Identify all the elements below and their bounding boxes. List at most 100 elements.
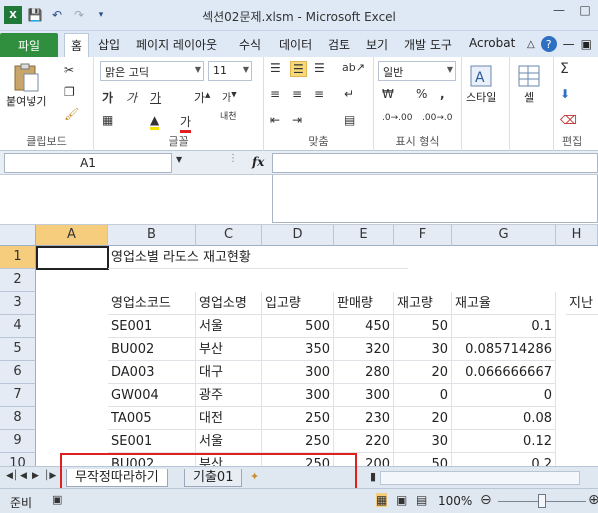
row-header-10[interactable]: 10 [0,453,36,466]
cell-stock-rate[interactable]: 0.066666667 [452,361,556,384]
tab-acrobat[interactable]: Acrobat [469,36,515,50]
number-format-combo[interactable]: 일반 ▼ [378,61,456,81]
cell-stock-rate[interactable]: 0.085714286 [452,338,556,361]
tab-data[interactable]: 데이터 [279,36,312,53]
border-icon[interactable]: ▦ [102,113,113,127]
column-header-e[interactable]: E [334,225,394,246]
grow-font-button[interactable]: 가▲ [194,89,210,106]
align-center-icon[interactable]: ≡ [292,87,302,101]
cell-code[interactable]: SE001 [108,430,196,453]
styles-button[interactable]: A 스타일 [466,63,496,105]
cell-code[interactable]: DA003 [108,361,196,384]
cell-name[interactable]: 서울 [196,315,262,338]
window-restore-icon[interactable]: ▣ [581,37,592,51]
formula-input-expanded[interactable] [272,175,598,223]
cell-name[interactable]: 대전 [196,407,262,430]
paste-button[interactable]: 붙여넣기 [6,63,46,109]
restore-icon[interactable]: □ [572,0,598,20]
bold-button[interactable]: 가 [102,89,113,106]
currency-icon[interactable]: ₩ [382,87,394,101]
cell-a1[interactable] [36,246,109,270]
cell-sales[interactable]: 230 [334,407,394,430]
cell-code[interactable]: SE001 [108,315,196,338]
tab-insert[interactable]: 삽입 [98,36,120,53]
name-box-dropdown-icon[interactable]: ▼ [176,155,182,164]
window-minimize-icon[interactable]: — [563,37,575,51]
header-cell-name[interactable]: 영업소명 [196,292,262,315]
tab-split-icon[interactable]: ▮ [370,470,376,483]
tab-formulas[interactable]: 수식 [239,36,261,53]
cell-name[interactable]: 서울 [196,430,262,453]
row-header-8[interactable]: 8 [0,407,36,430]
cell-sales[interactable]: 300 [334,384,394,407]
clear-icon[interactable]: ⌫ [560,113,577,127]
cell-incoming[interactable]: 300 [262,361,334,384]
tab-page-layout[interactable]: 페이지 레이아웃 [136,36,217,53]
align-top-icon[interactable]: ☰ [270,61,281,75]
cell-stock-rate[interactable]: 0.2 [452,453,556,466]
cells-button[interactable]: 셀 [516,63,542,105]
insert-function-icon[interactable]: fx [252,155,264,169]
zoom-in-icon[interactable]: ⊕ [588,492,598,508]
select-all-corner[interactable] [0,225,36,246]
row-header-1[interactable]: 1 [0,246,36,269]
cell-name[interactable]: 부산 [196,338,262,361]
cell-name[interactable]: 광주 [196,384,262,407]
minimize-icon[interactable]: — [546,0,572,20]
autosum-icon[interactable]: Σ [560,61,569,77]
column-header-f[interactable]: F [394,225,452,246]
header-cell-code[interactable]: 영업소코드 [108,292,196,315]
cell-code[interactable]: GW004 [108,384,196,407]
row-header-6[interactable]: 6 [0,361,36,384]
cell-sales[interactable]: 220 [334,430,394,453]
increase-indent-icon[interactable]: ⇥ [292,113,302,127]
phonetic-icon[interactable]: 내천 [220,109,237,122]
header-cell-stock-rate[interactable]: 재고율 [452,292,556,315]
decrease-decimal-icon[interactable]: .00→.0 [422,113,452,123]
decrease-indent-icon[interactable]: ⇤ [270,113,280,127]
cell-stock[interactable]: 30 [394,430,452,453]
cell-code[interactable]: TA005 [108,407,196,430]
row-header-5[interactable]: 5 [0,338,36,361]
font-name-combo[interactable]: 맑은 고딕 ▼ [100,61,204,81]
cell-stock[interactable]: 20 [394,361,452,384]
cell-stock-rate[interactable]: 0.1 [452,315,556,338]
tab-home[interactable]: 홈 [64,33,90,57]
row-header-9[interactable]: 9 [0,430,36,453]
orientation-icon[interactable]: ab↗ [342,61,365,74]
tab-file[interactable]: 파일 [0,33,58,57]
column-header-b[interactable]: B [108,225,196,246]
percent-icon[interactable]: % [416,87,427,101]
formula-input[interactable] [272,153,598,173]
tab-review[interactable]: 검토 [328,36,350,53]
cell-sales[interactable]: 320 [334,338,394,361]
horizontal-scrollbar[interactable] [380,471,580,485]
header-cell-sales[interactable]: 판매량 [334,292,394,315]
zoom-out-icon[interactable]: ⊖ [480,492,492,508]
cell-stock-rate[interactable]: 0.08 [452,407,556,430]
cell-stock[interactable]: 0 [394,384,452,407]
align-middle-icon[interactable]: ☰ [290,61,307,77]
cell-stock-rate[interactable]: 0 [452,384,556,407]
row-header-3[interactable]: 3 [0,292,36,315]
row-header-4[interactable]: 4 [0,315,36,338]
last-sheet-icon[interactable]: │▶ [44,471,56,481]
tab-developer[interactable]: 개발 도구 [404,36,452,53]
minimize-ribbon-icon[interactable]: △ [527,39,535,50]
normal-view-icon[interactable]: ▦ [376,493,388,507]
help-icon[interactable]: ? [540,36,557,52]
column-header-c[interactable]: C [196,225,262,246]
prev-sheet-icon[interactable]: ◀ [20,471,27,481]
underline-button[interactable]: 가 [150,89,161,106]
copy-icon[interactable]: ❐ [64,85,75,99]
cell-incoming[interactable]: 250 [262,430,334,453]
row-header-2[interactable]: 2 [0,269,36,292]
tab-view[interactable]: 보기 [366,36,388,53]
increase-decimal-icon[interactable]: .0→.00 [382,113,412,123]
row-header-7[interactable]: 7 [0,384,36,407]
align-right-icon[interactable]: ≡ [314,87,324,101]
name-box[interactable]: A1 [4,153,172,173]
column-header-a[interactable]: A [36,225,108,246]
fill-icon[interactable]: ⬇ [560,87,570,101]
cell-incoming[interactable]: 250 [262,407,334,430]
